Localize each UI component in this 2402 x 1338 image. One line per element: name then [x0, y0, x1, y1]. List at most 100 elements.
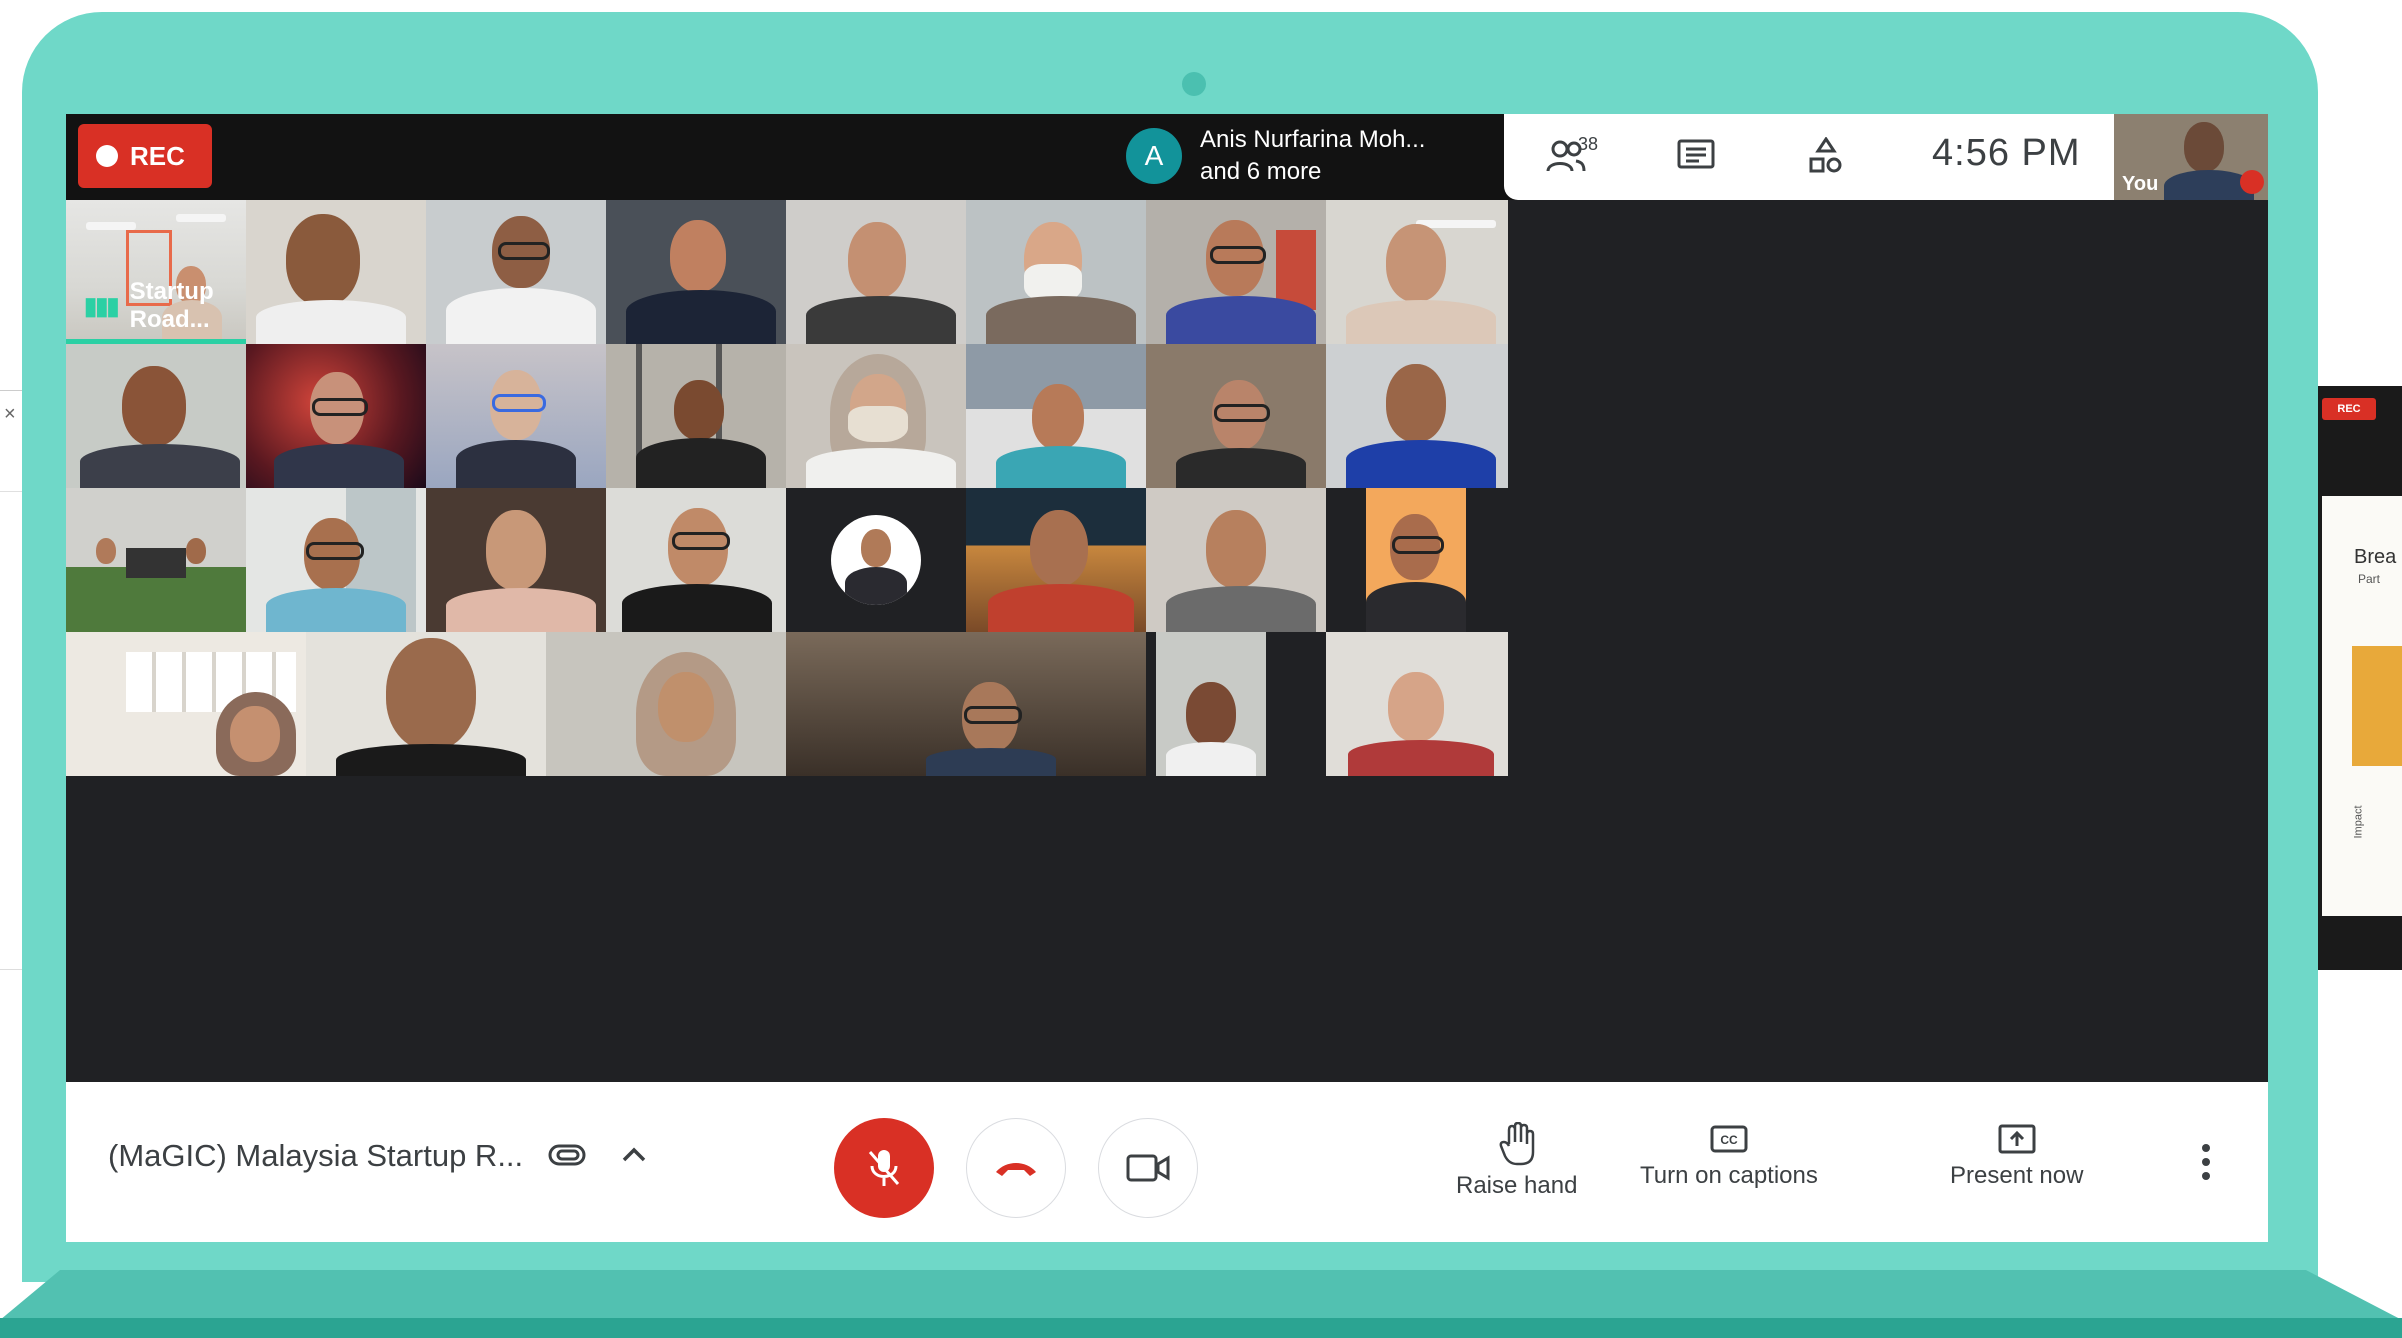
- captions-label: Turn on captions: [1640, 1162, 1818, 1189]
- svg-text:CC: CC: [1720, 1133, 1738, 1147]
- raise-hand-button[interactable]: Raise hand: [1456, 1122, 1577, 1200]
- glasses: [672, 532, 730, 550]
- participant-tile[interactable]: [1146, 632, 1326, 776]
- participant-tile[interactable]: [1326, 200, 1508, 344]
- face-mask: [848, 406, 908, 442]
- leave-call-button[interactable]: [966, 1118, 1066, 1218]
- participant-face: [658, 672, 714, 742]
- participant-tile[interactable]: [786, 200, 966, 344]
- chevron-up-icon[interactable]: [614, 1134, 654, 1174]
- self-face: [2184, 122, 2224, 172]
- participant-grid: ▮▮▮ Startup Road...: [66, 200, 2268, 1082]
- glasses: [492, 394, 546, 412]
- participant-tile[interactable]: [966, 200, 1146, 344]
- participant-tile[interactable]: [426, 488, 606, 632]
- participant-body: [806, 296, 956, 344]
- participant-tile[interactable]: [606, 344, 786, 488]
- participant-body: [456, 440, 576, 488]
- participant-tile[interactable]: [786, 632, 1146, 776]
- laptop-base-edge: [0, 1318, 2402, 1338]
- participant-tile[interactable]: [966, 344, 1146, 488]
- participant-body: [1166, 296, 1316, 344]
- participant-body: [626, 290, 776, 344]
- top-bar: REC A Anis Nurfarina Moh... and 6 more 3…: [66, 114, 2268, 200]
- glasses: [306, 542, 364, 560]
- presenter-chip[interactable]: A Anis Nurfarina Moh... and 6 more: [1126, 124, 1425, 188]
- more-vert-icon[interactable]: [2196, 1140, 2216, 1184]
- glasses: [312, 398, 368, 416]
- desk: [126, 548, 186, 578]
- present-now-button[interactable]: Present now: [1950, 1122, 2083, 1190]
- presenter-avatar: A: [1126, 128, 1182, 184]
- participant-tile[interactable]: [246, 344, 426, 488]
- glasses: [964, 706, 1022, 724]
- participant-tile[interactable]: [606, 200, 786, 344]
- captions-icon: CC: [1710, 1125, 1748, 1153]
- slide-axis-label: Impact: [2352, 805, 2365, 839]
- participant-tile[interactable]: [1326, 488, 1508, 632]
- present-label: Present now: [1950, 1162, 2084, 1189]
- participant-body: [636, 438, 766, 488]
- camera-toggle-button[interactable]: [1098, 1118, 1198, 1218]
- ceiling-light: [176, 214, 226, 222]
- participant-tile[interactable]: [66, 632, 306, 776]
- meeting-tools: 38 4:56 PM: [1504, 114, 2114, 200]
- participant-tile[interactable]: [306, 632, 546, 776]
- participant-body: [80, 444, 240, 488]
- record-dot-icon: [96, 145, 118, 167]
- participant-tile[interactable]: [1146, 488, 1326, 632]
- meet-screen: REC A Anis Nurfarina Moh... and 6 more 3…: [66, 114, 2268, 1242]
- participant-face: [1186, 682, 1236, 746]
- meeting-title[interactable]: (MaGIC) Malaysia Startup R...: [108, 1138, 523, 1174]
- ceiling-light: [86, 222, 136, 230]
- mic-off-icon: [868, 1150, 900, 1186]
- slide-block: [2352, 646, 2402, 766]
- participant-tile[interactable]: ▮▮▮ Startup Road...: [66, 200, 246, 344]
- laptop-base: [0, 1270, 2402, 1320]
- participant-face: [122, 366, 186, 446]
- participant-body: [1348, 740, 1494, 776]
- participant-tile[interactable]: [966, 488, 1146, 632]
- participant-body: [622, 584, 772, 632]
- raise-hand-label: Raise hand: [1456, 1172, 1578, 1199]
- activities-icon[interactable]: [1802, 132, 1850, 180]
- participant-body: [806, 448, 956, 488]
- glasses: [498, 242, 550, 260]
- slide-preview: Brea Part Impact: [2322, 496, 2402, 916]
- participant-face: [1386, 224, 1446, 302]
- participant-tile[interactable]: [246, 200, 426, 344]
- participant-body: [926, 748, 1056, 776]
- captions-button[interactable]: CC Turn on captions: [1640, 1122, 1818, 1190]
- participant-face: [1386, 364, 1446, 442]
- participant-body: [1166, 586, 1316, 632]
- participant-tile[interactable]: [546, 632, 786, 776]
- participant-body: [1366, 582, 1466, 632]
- self-view-tile[interactable]: You: [2114, 114, 2268, 200]
- participant-face: [1206, 510, 1266, 588]
- participant-tile[interactable]: [426, 200, 606, 344]
- participant-tile[interactable]: [786, 488, 966, 632]
- participant-tile[interactable]: [426, 344, 606, 488]
- participant-body: [1346, 440, 1496, 488]
- attachment-icon[interactable]: [546, 1134, 590, 1178]
- glasses: [1214, 404, 1270, 422]
- clock: 4:56 PM: [1932, 132, 2081, 174]
- participant-tile[interactable]: [66, 344, 246, 488]
- participant-tile[interactable]: [1326, 344, 1508, 488]
- wall-poster: [1276, 230, 1316, 310]
- participant-body: [1166, 742, 1256, 776]
- participant-tile[interactable]: [1146, 344, 1326, 488]
- participant-tile[interactable]: [786, 344, 966, 488]
- glasses: [1210, 246, 1266, 264]
- participant-tile[interactable]: [1146, 200, 1326, 344]
- recording-indicator[interactable]: REC: [78, 124, 212, 188]
- participant-face: [674, 380, 724, 440]
- participant-tile[interactable]: [246, 488, 426, 632]
- mic-toggle-button[interactable]: [834, 1118, 934, 1218]
- bottom-toolbar: (MaGIC) Malaysia Startup R... Raise hand…: [66, 1082, 2268, 1242]
- participant-tile[interactable]: [606, 488, 786, 632]
- participant-tile[interactable]: [66, 488, 246, 632]
- chat-icon[interactable]: [1672, 132, 1720, 180]
- participant-tile[interactable]: [1326, 632, 1508, 776]
- avatar-face: [861, 529, 891, 567]
